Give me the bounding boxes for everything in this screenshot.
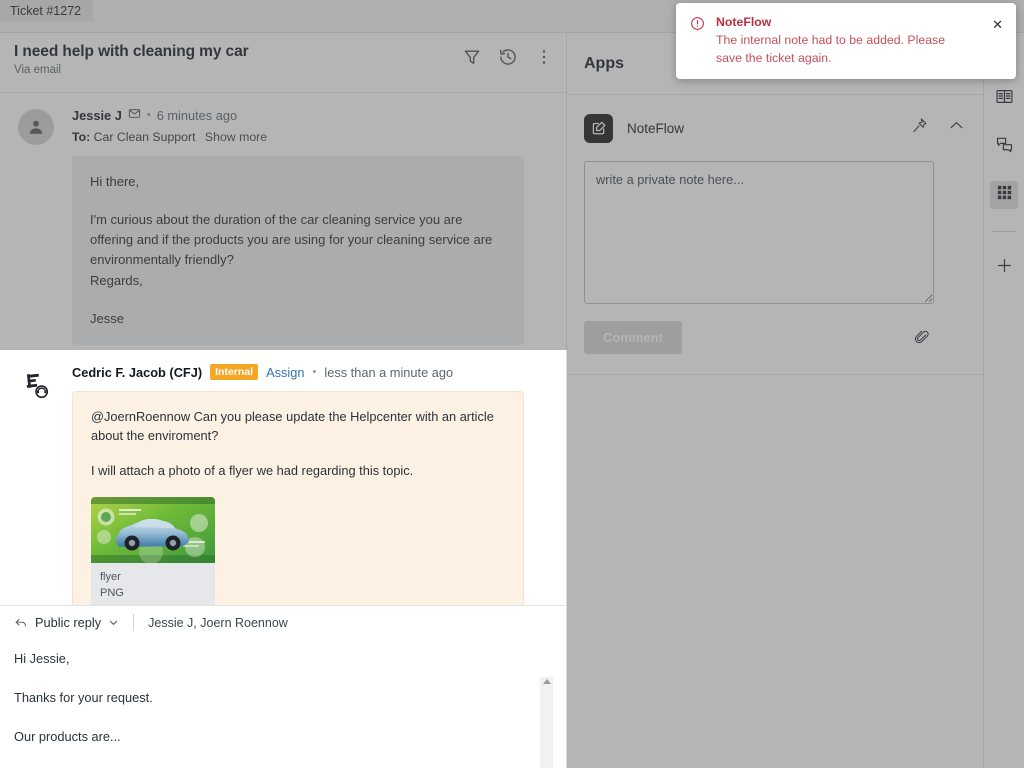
scroll-up-arrow-icon[interactable]	[543, 679, 551, 684]
conversation-header-actions	[462, 47, 554, 67]
reply-recipients[interactable]: Jessie J, Joern Roennow	[148, 616, 288, 630]
reply-text-area[interactable]: Hi Jessie, Thanks for your request. Our …	[0, 639, 567, 747]
reply-editor-toolbar: Public reply Jessie J, Joern Roennow	[0, 606, 567, 639]
apps-grid-icon	[995, 183, 1014, 207]
more-options-icon[interactable]	[534, 47, 554, 67]
message-content: Hi there, I'm curious about the duration…	[72, 156, 524, 345]
rail-item-knowledge-base[interactable]	[990, 85, 1018, 113]
meta-separator: •	[147, 109, 151, 121]
chevron-up-icon[interactable]	[948, 117, 965, 139]
attachment-card[interactable]: flyer PNG	[91, 497, 215, 611]
chat-bubbles-icon	[995, 135, 1014, 159]
paperclip-icon[interactable]	[910, 325, 934, 350]
message-timestamp: 6 minutes ago	[157, 108, 237, 123]
rail-divider	[992, 231, 1016, 232]
right-icon-rail	[983, 33, 1024, 768]
filter-icon[interactable]	[462, 47, 482, 67]
alert-circle-icon	[690, 16, 705, 67]
message-paragraph: Hi there,	[90, 172, 506, 192]
message-meta: Jessie J • 6 minutes ago	[72, 107, 524, 123]
toast-content: NoteFlow The internal note had to be add…	[690, 15, 1002, 67]
note-paragraph: @JoernRoennow Can you please update the …	[91, 407, 505, 445]
toast-title: NoteFlow	[716, 15, 971, 30]
reply-editor: Public reply Jessie J, Joern Roennow Hi …	[0, 605, 567, 768]
message-author: Jessie J	[72, 108, 122, 123]
history-icon[interactable]	[498, 47, 518, 67]
tab-ticket-1272[interactable]: Ticket #1272	[0, 0, 93, 21]
comment-button[interactable]: Comment	[584, 321, 682, 354]
reply-paragraph: Thanks for your request.	[14, 688, 537, 707]
close-icon[interactable]: ✕	[990, 16, 1005, 33]
reply-paragraph: Our products are...	[14, 727, 537, 746]
message-recipients: To: Car Clean Support Show more	[72, 130, 524, 144]
apps-panel: Apps NoteFlow	[568, 33, 983, 768]
add-icon	[995, 256, 1014, 280]
meta-separator: •	[313, 366, 317, 378]
reply-scrollbar[interactable]	[540, 677, 553, 768]
message-item: Jessie J • 6 minutes ago To: Car Clean S…	[0, 93, 566, 345]
attachment-filename: flyer	[100, 570, 206, 586]
message-body: Jessie J • 6 minutes ago To: Car Clean S…	[72, 107, 524, 345]
note-paragraph: I will attach a photo of a flyer we had …	[91, 461, 505, 480]
reply-type-dropdown[interactable]: Public reply	[14, 615, 119, 630]
note-author: Cedric F. Jacob (CFJ)	[72, 365, 202, 380]
app-card-noteflow: NoteFlow C	[568, 95, 983, 375]
reply-paragraph: Hi Jessie,	[14, 649, 537, 668]
private-note-input[interactable]	[584, 161, 934, 304]
internal-note-focus-panel: Cedric F. Jacob (CFJ) Internal Assign • …	[0, 350, 567, 768]
app-card-actions	[911, 117, 965, 139]
knowledge-base-icon	[995, 87, 1014, 111]
toast-text-block: NoteFlow The internal note had to be add…	[716, 15, 971, 67]
app-card-header: NoteFlow	[584, 111, 965, 145]
rail-item-add[interactable]	[990, 254, 1018, 282]
attachment-meta: flyer PNG	[91, 563, 215, 611]
to-label: To:	[72, 130, 90, 144]
internal-note-content: @JoernRoennow Can you please update the …	[72, 391, 524, 627]
internal-note-body: Cedric F. Jacob (CFJ) Internal Assign • …	[72, 364, 524, 628]
chevron-down-icon	[108, 617, 119, 628]
agent-logo-icon	[20, 370, 54, 404]
app-card-footer: Comment	[584, 321, 934, 354]
edit-square-icon	[584, 114, 613, 143]
pin-icon[interactable]	[911, 117, 928, 139]
avatar	[18, 109, 54, 145]
reply-type-label: Public reply	[35, 615, 101, 630]
avatar	[18, 368, 56, 406]
attachment-filetype: PNG	[100, 586, 206, 602]
toast-message: The internal note had to be added. Pleas…	[716, 32, 971, 67]
message-paragraph: I'm curious about the duration of the ca…	[90, 210, 506, 291]
app-name: NoteFlow	[627, 121, 684, 136]
reply-arrow-icon	[14, 616, 28, 630]
note-timestamp: less than a minute ago	[324, 365, 453, 380]
attachment-thumbnail-flyer	[91, 497, 215, 563]
envelope-icon	[128, 107, 141, 123]
status-badge: Internal	[210, 364, 258, 380]
rail-item-chats[interactable]	[990, 133, 1018, 161]
show-more-link[interactable]: Show more	[205, 130, 267, 144]
internal-note-item: Cedric F. Jacob (CFJ) Internal Assign • …	[0, 350, 566, 628]
to-value: Car Clean Support	[94, 130, 196, 144]
message-paragraph: Jesse	[90, 309, 506, 329]
apps-panel-title: Apps	[584, 55, 624, 73]
rail-item-apps[interactable]	[990, 181, 1018, 209]
assign-link[interactable]: Assign	[266, 365, 304, 380]
toolbar-divider	[133, 614, 134, 631]
internal-note-meta: Cedric F. Jacob (CFJ) Internal Assign • …	[72, 364, 524, 380]
toast-notification: NoteFlow The internal note had to be add…	[676, 3, 1016, 79]
conversation-header: I need help with cleaning my car Via ema…	[0, 33, 566, 93]
